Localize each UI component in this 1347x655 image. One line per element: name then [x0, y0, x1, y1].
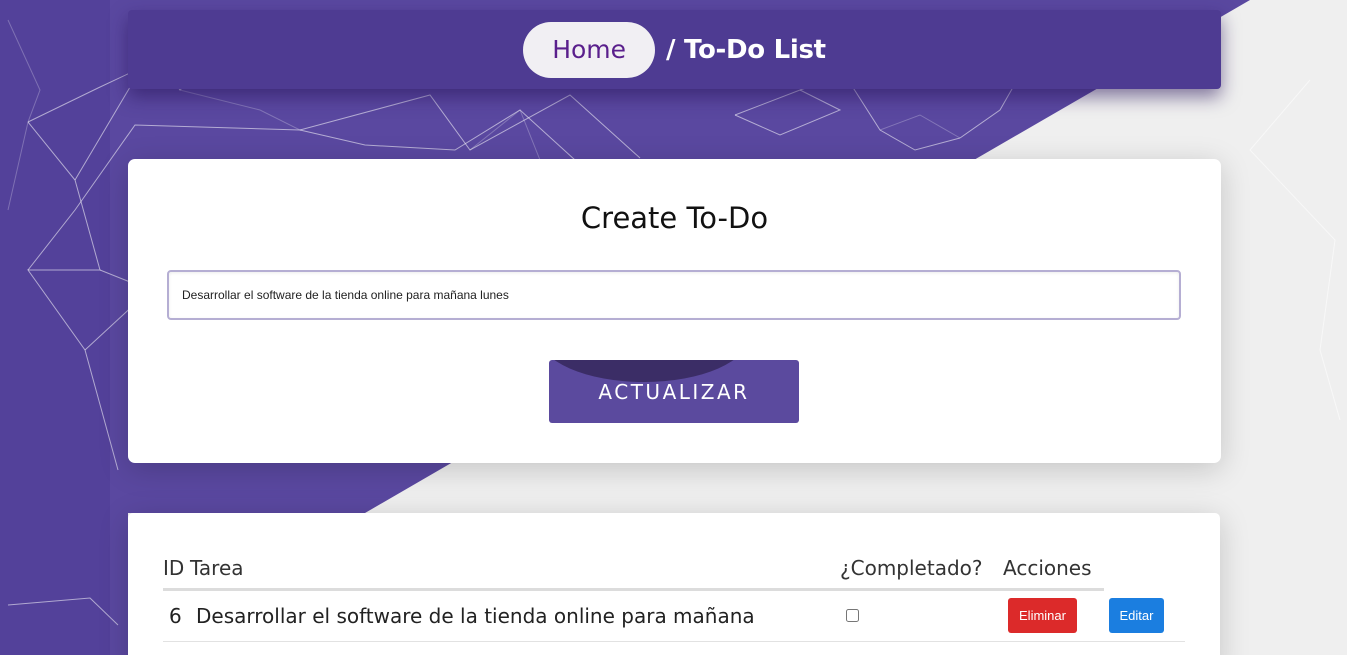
header-actions: Acciones: [1003, 556, 1092, 580]
todo-input[interactable]: [167, 270, 1181, 320]
row-id: 6: [169, 604, 182, 628]
completed-checkbox[interactable]: [846, 609, 859, 622]
row-divider: [163, 641, 1185, 642]
update-button-label: ACTUALIZAR: [598, 379, 750, 404]
header-task: Tarea: [190, 556, 244, 580]
delete-button[interactable]: Eliminar: [1008, 598, 1077, 633]
breadcrumb: Home / To-Do List: [128, 10, 1221, 89]
header-divider: [163, 588, 1104, 591]
breadcrumb-current: / To-Do List: [666, 34, 826, 65]
home-link[interactable]: Home: [523, 21, 656, 78]
row-task: Desarrollar el software de la tienda onl…: [196, 604, 755, 628]
edit-button[interactable]: Editar: [1109, 598, 1164, 633]
update-button[interactable]: ACTUALIZAR: [549, 360, 799, 423]
button-shine-decoration: [549, 360, 749, 382]
todo-list-card: ID Tarea ¿Completado? Acciones 6 Desarro…: [128, 513, 1220, 655]
header-id: ID: [163, 556, 185, 580]
create-todo-card: Create To-Do ACTUALIZAR: [128, 159, 1221, 463]
header-completed: ¿Completado?: [840, 556, 983, 580]
create-todo-title: Create To-Do: [580, 201, 769, 235]
